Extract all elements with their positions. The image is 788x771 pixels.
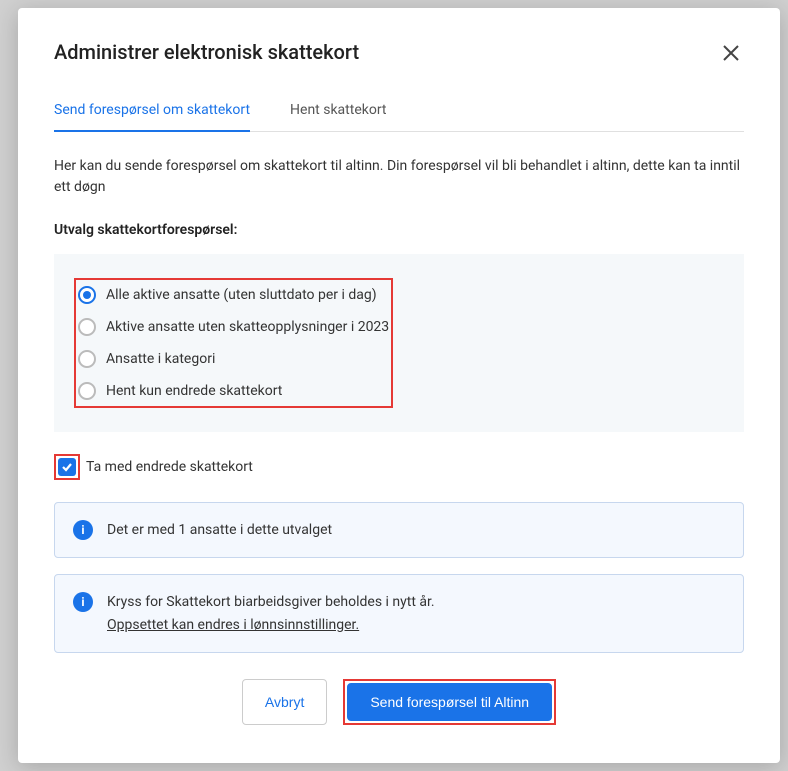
submit-button[interactable]: Send forespørsel til Altinn xyxy=(347,683,552,721)
modal-dialog: Administrer elektronisk skattekort Send … xyxy=(18,8,780,763)
tab-fetch[interactable]: Hent skattekort xyxy=(290,102,386,132)
section-label: Utvalg skattekortforespørsel: xyxy=(54,222,744,238)
radio-label: Ansatte i kategori xyxy=(106,351,215,367)
radio-icon xyxy=(78,318,96,336)
cancel-button[interactable]: Avbryt xyxy=(242,679,327,725)
radio-icon xyxy=(78,382,96,400)
radio-option-category[interactable]: Ansatte i kategori xyxy=(76,346,391,372)
radio-icon xyxy=(78,286,96,304)
info-icon: i xyxy=(73,520,93,540)
tab-send-request[interactable]: Send forespørsel om skattekort xyxy=(54,102,250,132)
tabs: Send forespørsel om skattekort Hent skat… xyxy=(54,102,744,132)
info-text: Det er med 1 ansatte i dette utvalget xyxy=(107,519,332,541)
check-icon xyxy=(61,461,73,473)
radio-label: Hent kun endrede skattekort xyxy=(106,383,282,399)
modal-header: Administrer elektronisk skattekort xyxy=(54,40,744,66)
radio-option-all-active[interactable]: Alle aktive ansatte (uten sluttdato per … xyxy=(76,282,391,308)
description-text: Her kan du sende forespørsel om skatteko… xyxy=(54,156,744,198)
checkbox-label: Ta med endrede skattekort xyxy=(86,459,253,475)
radio-label: Alle aktive ansatte (uten sluttdato per … xyxy=(106,287,377,303)
checkbox-include-changed[interactable] xyxy=(58,458,76,476)
submit-button-highlight: Send forespørsel til Altinn xyxy=(343,679,556,725)
radio-option-changed-only[interactable]: Hent kun endrede skattekort xyxy=(76,378,391,404)
radio-group-highlight: Alle aktive ansatte (uten sluttdato per … xyxy=(74,278,393,408)
info-icon: i xyxy=(73,592,93,612)
info-box-count: i Det er med 1 ansatte i dette utvalget xyxy=(54,502,744,558)
close-button[interactable] xyxy=(718,40,744,66)
info-box-settings: i Kryss for Skattekort biarbeidsgiver be… xyxy=(54,574,744,653)
checkbox-highlight xyxy=(54,454,80,480)
info-text: Kryss for Skattekort biarbeidsgiver beho… xyxy=(107,591,435,636)
radio-label: Aktive ansatte uten skatteopplysninger i… xyxy=(106,319,389,335)
settings-link[interactable]: Oppsettet kan endres i lønnsinnstillinge… xyxy=(107,617,359,633)
button-row: Avbryt Send forespørsel til Altinn xyxy=(54,679,744,725)
radio-icon xyxy=(78,350,96,368)
radio-panel: Alle aktive ansatte (uten sluttdato per … xyxy=(54,254,744,432)
modal-title: Administrer elektronisk skattekort xyxy=(54,40,359,64)
close-icon xyxy=(722,44,740,62)
radio-option-active-no-tax-info[interactable]: Aktive ansatte uten skatteopplysninger i… xyxy=(76,314,391,340)
checkbox-row: Ta med endrede skattekort xyxy=(54,454,744,480)
info-text-line1: Kryss for Skattekort biarbeidsgiver beho… xyxy=(107,594,435,610)
